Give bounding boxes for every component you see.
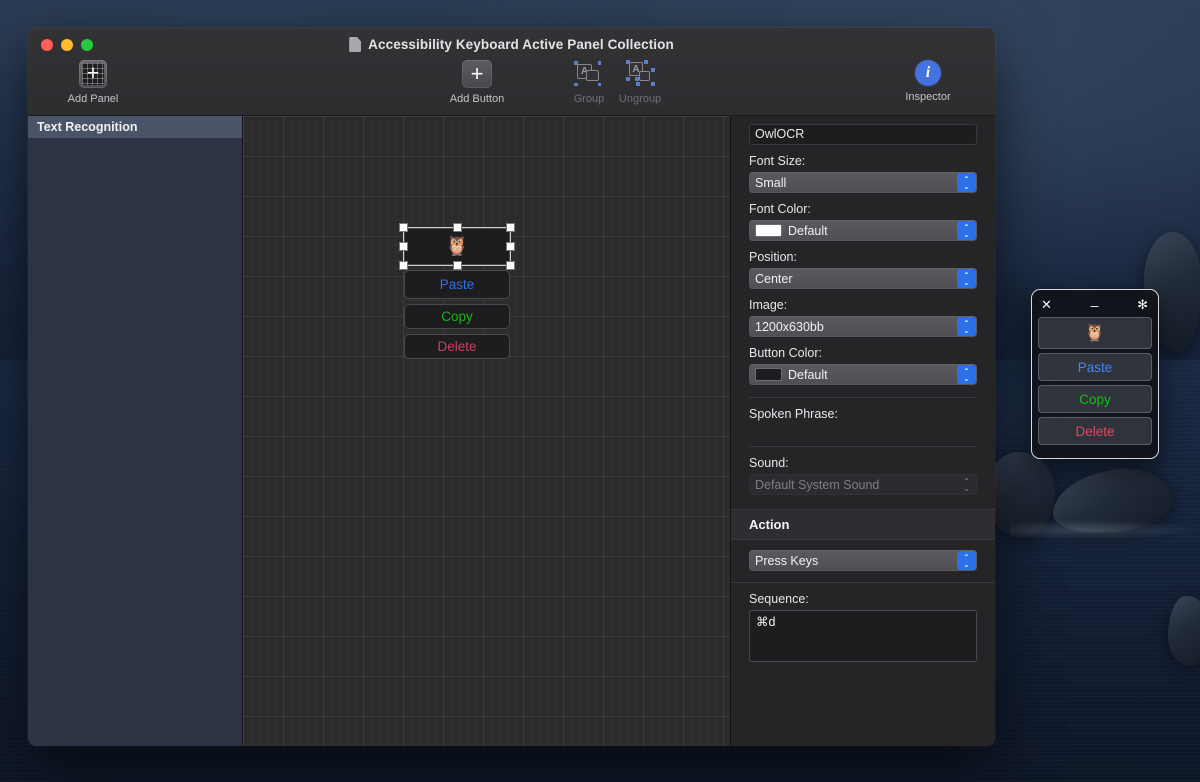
window-title-row: Accessibility Keyboard Active Panel Coll… [28,37,995,52]
font-size-label: Font Size: [749,154,806,168]
button-color-swatch [755,368,782,381]
action-type-select[interactable]: Press Keys ⌃ ⌄ [749,550,977,571]
add-button-label: Add Button [449,93,505,105]
resize-handle-se[interactable] [506,261,515,270]
inspector-fields: OwlOCR Font Size: Small ⌃ ⌄ Font Color: D… [731,116,995,495]
resize-handle-s[interactable] [452,261,462,270]
window-body: Text Recognition 🦉 Paste Copy Delete Owl… [28,116,995,746]
resize-handle-w[interactable] [399,242,408,251]
add-panel-grid-plus-icon: + [79,60,107,88]
action-type-value: Press Keys [755,553,819,568]
canvas-delete-button[interactable]: Delete [404,334,510,359]
chevron-updown-icon: ⌃ ⌄ [957,173,976,192]
chevron-updown-icon: ⌃ ⌄ [963,476,970,493]
plus-icon: + [462,60,492,88]
sequence-label: Sequence: [749,592,809,606]
add-button-button[interactable]: + Add Button [432,60,522,105]
sequence-textarea[interactable]: ⌘d [749,610,977,662]
panel-list-sidebar: Text Recognition [28,116,243,746]
chevron-updown-icon: ⌃ ⌄ [957,551,976,570]
panel-editor-window: Accessibility Keyboard Active Panel Coll… [28,28,995,746]
window-traffic-lights [41,39,93,51]
resize-handle-sw[interactable] [399,261,408,270]
add-panel-button[interactable]: + Add Panel [48,60,138,105]
floating-delete-button[interactable]: Delete [1038,417,1152,445]
document-icon [349,37,362,52]
resize-handle-n[interactable] [452,223,462,232]
sidebar-item-text-recognition[interactable]: Text Recognition [28,116,242,138]
close-window-button[interactable] [41,39,53,51]
position-value: Center [755,271,793,286]
chevron-updown-icon: ⌃ ⌄ [957,317,976,336]
zoom-window-button[interactable] [81,39,93,51]
position-label: Position: [749,250,797,264]
resize-handle-ne[interactable] [506,223,515,232]
button-color-value: Default [788,367,828,382]
inspector-pane: OwlOCR Font Size: Small ⌃ ⌄ Font Color: D… [730,116,995,746]
sound-select[interactable]: Default System Sound ⌃ ⌄ [749,474,977,495]
font-color-swatch [755,224,782,237]
canvas-copy-button[interactable]: Copy [404,304,510,329]
font-size-value: Small [755,175,787,190]
action-section-header: Action [731,509,995,540]
position-select[interactable]: Center ⌃ ⌄ [749,268,977,289]
ungroup-button[interactable]: A Ungroup [595,60,685,105]
add-panel-label: Add Panel [67,93,119,105]
minimize-icon[interactable]: – [1091,298,1099,312]
chevron-updown-icon: ⌃ ⌄ [957,365,976,384]
minimize-window-button[interactable] [61,39,73,51]
floating-copy-button[interactable]: Copy [1038,385,1152,413]
font-color-select[interactable]: Default ⌃ ⌄ [749,220,977,241]
chevron-updown-icon: ⌃ ⌄ [957,269,976,288]
floating-image-button[interactable]: 🦉 [1038,317,1152,349]
accessibility-floating-panel[interactable]: ✕ – ✻ 🦉 Paste Copy Delete [1031,289,1159,459]
window-titlebar: Accessibility Keyboard Active Panel Coll… [28,28,995,116]
sound-label: Sound: [749,456,789,470]
inspector-button[interactable]: i Inspector [883,60,973,103]
close-icon[interactable]: ✕ [1041,298,1052,311]
inspector-divider [749,397,977,398]
sound-value: Default System Sound [755,477,880,492]
spoken-phrase-label: Spoken Phrase: [749,407,838,421]
font-color-label: Font Color: [749,202,811,216]
info-circle-icon: i [915,60,941,86]
wallpaper-rock [1168,596,1200,666]
resize-handle-nw[interactable] [399,223,408,232]
floating-panel-header: ✕ – ✻ [1038,296,1152,313]
window-title: Accessibility Keyboard Active Panel Coll… [368,37,674,52]
ungroup-label: Ungroup [618,93,662,105]
image-value: 1200x630bb [755,319,824,334]
image-select[interactable]: 1200x630bb ⌃ ⌄ [749,316,977,337]
floating-paste-button[interactable]: Paste [1038,353,1152,381]
button-name-field[interactable]: OwlOCR [749,124,977,145]
action-section-body: Press Keys ⌃ ⌄ Sequence: ⌘d [731,540,995,662]
image-label: Image: [749,298,788,312]
inspector-label: Inspector [905,91,951,103]
resize-handle-e[interactable] [506,242,515,251]
panel-canvas[interactable]: 🦉 Paste Copy Delete [243,116,730,746]
canvas-paste-button[interactable]: Paste [404,270,510,299]
button-color-label: Button Color: [749,346,822,360]
button-color-select[interactable]: Default ⌃ ⌄ [749,364,977,385]
wallpaper-foam [1010,520,1200,540]
gear-icon[interactable]: ✻ [1137,298,1148,311]
font-color-value: Default [788,223,828,238]
action-divider [731,582,995,583]
spoken-phrase-field[interactable] [749,425,977,447]
font-size-select[interactable]: Small ⌃ ⌄ [749,172,977,193]
selection-handles [399,223,515,270]
chevron-updown-icon: ⌃ ⌄ [957,221,976,240]
ungroup-boxes-icon: A [625,60,655,88]
